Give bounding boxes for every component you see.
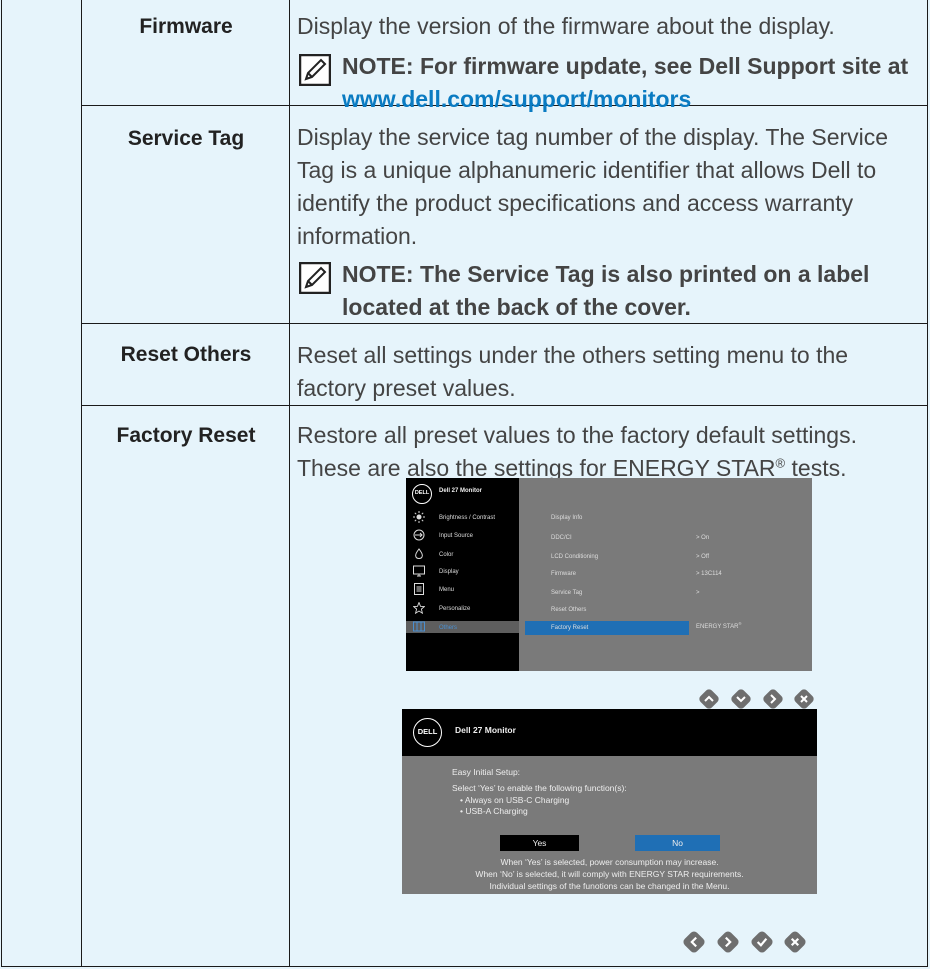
left-icon[interactable] <box>682 930 706 954</box>
osd-right-item[interactable]: Firmware <box>551 571 576 583</box>
osd-right-item[interactable]: DDC/CI <box>551 535 572 547</box>
osd-dialog-title: Dell 27 Monitor <box>455 725 516 735</box>
osd-right-item[interactable]: Display Info <box>551 515 582 527</box>
osd-right-item[interactable]: Service Tag <box>551 590 582 602</box>
note-firmware: NOTE: For firmware update, see Dell Supp… <box>297 50 922 116</box>
up-icon[interactable] <box>698 688 720 710</box>
osd-menu-item-label: Brightness / Contrast <box>439 515 496 521</box>
dell-logo: DELL <box>413 718 442 747</box>
note-firmware-text: NOTE: For firmware update, see Dell Supp… <box>342 50 922 116</box>
energy-star-text: ENERGY STAR <box>696 624 739 630</box>
row-label-reset-others: Reset Others <box>120 343 252 366</box>
display-icon <box>413 565 425 577</box>
osd-menu-item-label: Color <box>439 552 454 558</box>
osd-dialog-buttons <box>682 930 808 954</box>
row-desc-firmware: Display the version of the firmware abou… <box>297 13 835 39</box>
osd-menu-item-display[interactable]: Display <box>406 565 519 579</box>
osd-dialog-info: When ‘Yes’ is selected, power consumptio… <box>500 857 719 867</box>
note-service-tag-text: NOTE: The Service Tag is also printed on… <box>342 261 870 320</box>
registered-mark: ® <box>738 621 742 626</box>
manual-page: Firmware Display the version of the firm… <box>0 0 930 969</box>
osd-dialog-bullet: • USB-A Charging <box>460 806 528 816</box>
osd-right-value: > On <box>696 535 710 541</box>
right-icon[interactable] <box>762 688 784 710</box>
row-label-firmware: Firmware <box>139 15 233 38</box>
row-divider <box>81 405 928 406</box>
osd-right-value: > <box>696 590 700 596</box>
osd-menu-item-label: Personalize <box>439 606 471 612</box>
down-icon[interactable] <box>730 688 752 710</box>
osd-menu-item-label: Menu <box>439 587 455 593</box>
check-icon[interactable] <box>750 930 774 954</box>
row-label-factory-reset: Factory Reset <box>116 424 256 447</box>
others-icon <box>413 621 425 632</box>
star-icon <box>413 602 425 614</box>
osd-menu-item-label: Input Source <box>439 533 474 539</box>
osd-right-value: > Off <box>696 554 710 560</box>
osd-menu-item-brightness[interactable]: Brightness / Contrast <box>406 511 519 525</box>
osd-menu-buttons <box>698 688 814 710</box>
osd-menu-item-label: Others <box>439 625 458 631</box>
right-icon[interactable] <box>716 930 740 954</box>
row-desc-factory-reset: Restore all preset values to the factory… <box>297 419 922 485</box>
close-icon[interactable] <box>793 688 815 710</box>
osd-title: Dell 27 Monitor <box>439 488 483 494</box>
osd-dialog-header: DELL Dell 27 Monitor <box>402 709 817 756</box>
input-source-icon <box>413 529 425 541</box>
osd-right-value: ENERGY STAR® <box>696 621 742 636</box>
osd-dialog-prompt: Select ‘Yes’ to enable the following fun… <box>452 783 627 793</box>
osd-menu-screenshot: DELL Dell 27 Monitor Brightness / Contra… <box>406 478 812 671</box>
osd-right-item[interactable]: Reset Others <box>551 607 586 619</box>
brightness-icon <box>413 511 425 523</box>
osd-right-item[interactable]: LCD Conditioning <box>551 554 598 566</box>
close-icon[interactable] <box>783 930 807 954</box>
osd-dialog-info: Individual settings of the funotions can… <box>489 881 730 891</box>
osd-dialog-info: When ‘No’ is selected, it will comply wi… <box>475 869 744 879</box>
factory-reset-desc-body: Restore all preset values to the factory… <box>297 422 857 481</box>
row-desc-service-tag: Display the service tag number of the di… <box>297 124 889 249</box>
osd-right-item-selected[interactable]: Factory Reset <box>551 625 588 637</box>
note-firmware-text-body: NOTE: For firmware update, see Dell Supp… <box>342 53 909 79</box>
note-pencil-icon <box>299 262 331 294</box>
dell-support-link[interactable]: www.dell.com/support/monitors <box>342 86 691 112</box>
osd-right-value: > 13C114 <box>696 571 722 577</box>
row-label-service-tag: Service Tag <box>127 127 245 150</box>
note-service-tag: NOTE: The Service Tag is also printed on… <box>297 258 922 324</box>
osd-menu-item-input[interactable]: Input Source <box>406 529 519 543</box>
dell-logo: DELL <box>412 484 432 504</box>
color-icon <box>415 548 423 559</box>
osd-menu-item-menu[interactable]: Menu <box>406 583 519 597</box>
menu-icon <box>414 583 424 595</box>
osd-menu-item-label: Display <box>439 569 459 575</box>
no-button[interactable]: No <box>635 835 720 851</box>
osd-menu-item-color[interactable]: Color <box>406 548 519 562</box>
yes-button[interactable]: Yes <box>500 835 579 851</box>
osd-dialog-bullet: • Always on USB-C Charging <box>460 795 570 805</box>
osd-dialog-screenshot: DELL Dell 27 Monitor Easy Initial Setup:… <box>402 709 817 894</box>
osd-right-selection <box>525 621 689 635</box>
osd-dialog-heading: Easy Initial Setup: <box>452 767 521 777</box>
osd-menu-item-personalize[interactable]: Personalize <box>406 602 519 616</box>
note-pencil-icon <box>299 54 331 86</box>
osd-menu-item-others[interactable]: Others <box>406 621 519 635</box>
registered-mark: ® <box>775 455 786 471</box>
row-desc-reset-others: Reset all settings under the others sett… <box>297 342 849 401</box>
